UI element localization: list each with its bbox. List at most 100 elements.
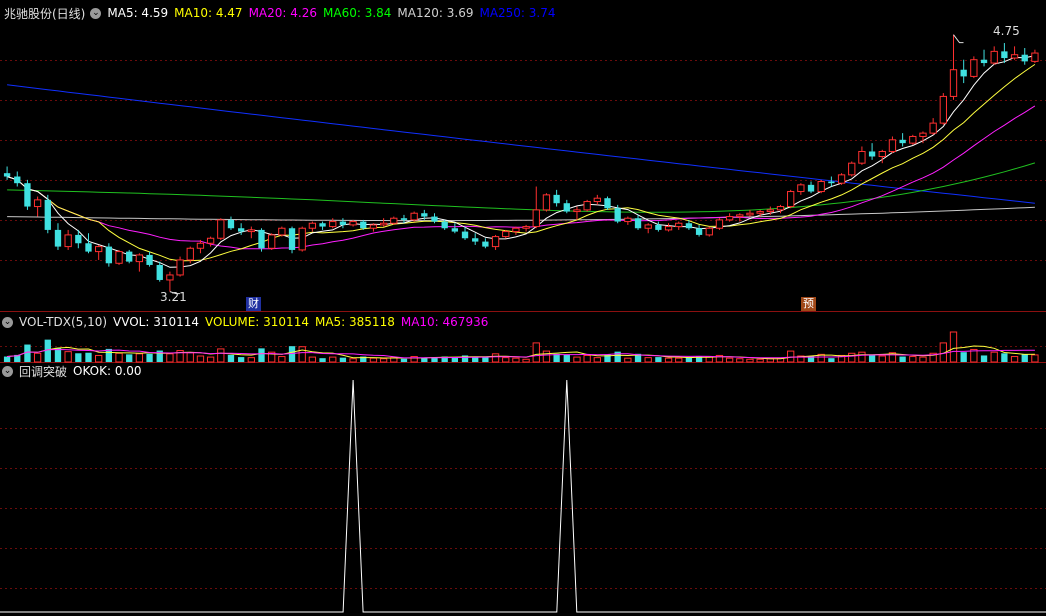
candle-body-up: [247, 229, 255, 233]
candle-body-down: [258, 229, 265, 249]
candle-body-up: [532, 209, 540, 228]
candle-body-up: [1031, 52, 1039, 62]
candle-body-up: [624, 217, 632, 223]
candle-body-up: [766, 209, 774, 213]
volume-bar-down: [3, 356, 11, 362]
volume-bar-up: [33, 352, 42, 363]
volume-panel-header: ⌄ VOL-TDX(5,10) VVOL: 310114 VOLUME: 3101…: [0, 314, 500, 330]
candle-body-down: [400, 218, 408, 220]
volume-bar-down: [451, 357, 459, 362]
high-price-label: 4.75: [993, 24, 1020, 38]
candle-body-up: [349, 221, 357, 226]
indicator-panel-header: ⌄ 回调突破 OKOK: 0.00: [0, 363, 154, 379]
volume-bar-down: [1021, 354, 1028, 362]
candle-body-up: [278, 227, 286, 236]
volume-bar-down: [146, 353, 153, 362]
volume-bar-down: [400, 358, 408, 362]
volume-legend: VVOL: 310114 VOLUME: 310114 MA5: 385118 MA1…: [113, 315, 494, 329]
volume-bar-up: [949, 331, 958, 363]
volume-bar-down: [655, 357, 662, 362]
volume-bar-up: [522, 358, 530, 363]
volume-bar-up: [909, 356, 917, 363]
candle-body-down: [634, 218, 642, 229]
chevron-down-icon[interactable]: ⌄: [90, 7, 102, 19]
candle-body-down: [44, 199, 51, 230]
volume-bar-down: [828, 358, 835, 362]
candle-body-down: [237, 228, 245, 232]
volume-bar-up: [593, 357, 601, 363]
volume-bar-up: [64, 351, 72, 363]
volume-bar-up: [644, 357, 652, 363]
volume-bar-up: [115, 352, 123, 363]
volume-bar-up: [756, 358, 764, 363]
candle-body-up: [644, 224, 652, 229]
candle-body-down: [3, 173, 11, 177]
candle-body-down: [868, 151, 876, 157]
volume-legend-item-3: MA10: 467936: [400, 315, 489, 329]
forecast-marker[interactable]: 预: [801, 297, 816, 311]
volume-bar-up: [858, 351, 866, 363]
candle-body-up: [491, 236, 500, 248]
volume-bar-up: [206, 356, 215, 363]
volume-bar-down: [482, 357, 489, 362]
candle-body-up: [858, 150, 866, 164]
volume-indicator-title[interactable]: VOL-TDX(5,10): [19, 315, 107, 329]
volume-bar-down: [258, 348, 265, 362]
volume-bar-up: [746, 358, 754, 363]
volume-bar-up: [583, 354, 591, 363]
candle-body-up: [593, 197, 601, 203]
volume-legend-item-0: VVOL: 310114: [113, 315, 200, 329]
low-price-label: 3.21: [160, 290, 187, 304]
candle-body-up: [176, 259, 184, 276]
volume-bar-up: [196, 355, 205, 363]
volume-bar-up: [135, 353, 144, 363]
volume-bar-down: [237, 357, 245, 362]
volume-bar-up: [532, 342, 540, 363]
volume-bar-up: [664, 357, 673, 363]
high-pointer: [953, 34, 964, 44]
volume-bar-up: [379, 358, 388, 363]
candle-body-down: [14, 176, 21, 184]
candle-body-up: [787, 191, 795, 208]
stock-title[interactable]: 兆驰股份(日线): [4, 5, 85, 22]
indicator-legend: OKOK: 0.00: [73, 364, 148, 378]
volume-bar-down: [868, 354, 876, 362]
candle-body-down: [472, 238, 479, 242]
volume-bar-up: [675, 357, 683, 363]
candle-body-up: [298, 227, 306, 251]
volume-bar-up: [848, 352, 856, 363]
volume-legend-item-2: MA5: 385118: [314, 315, 395, 329]
candle-body-down: [461, 231, 469, 239]
volume-bar-up: [217, 348, 225, 363]
candle-body-up: [848, 162, 856, 176]
stock-chart-canvas[interactable]: [0, 0, 1046, 616]
candle-body-up: [135, 254, 144, 263]
candle-body-up: [115, 251, 123, 264]
candle-body-down: [288, 228, 296, 250]
ma-legend-item-4: MA120: 3.69: [397, 6, 474, 20]
candle-body-down: [227, 219, 235, 229]
chevron-down-icon[interactable]: ⌄: [2, 316, 13, 328]
volume-bar-down: [899, 356, 906, 362]
indicator-title[interactable]: 回调突破: [19, 363, 67, 380]
candle-body-up: [390, 217, 398, 224]
candle-body-down: [899, 139, 906, 144]
ma60-line: [7, 162, 1036, 213]
candle-body-down: [85, 243, 92, 252]
candle-body-down: [126, 251, 133, 262]
candle-body-up: [715, 219, 724, 229]
candle-body-down: [54, 229, 62, 247]
candle-body-down: [24, 183, 31, 207]
volume-bar-down: [614, 351, 621, 362]
volume-bar-down: [319, 358, 326, 362]
indicator-legend-item-0: OKOK: 0.00: [73, 364, 142, 378]
candle-body-up: [837, 174, 846, 184]
candle-body-up: [909, 135, 917, 144]
chevron-down-icon[interactable]: ⌄: [2, 365, 13, 377]
ma-legend-item-3: MA60: 3.84: [323, 6, 392, 20]
candle-body-down: [146, 254, 153, 265]
finance-report-marker[interactable]: 财: [246, 297, 261, 311]
volume-bar-up: [1010, 356, 1019, 363]
volume-bar-down: [1001, 353, 1008, 362]
candle-body-up: [949, 69, 958, 97]
